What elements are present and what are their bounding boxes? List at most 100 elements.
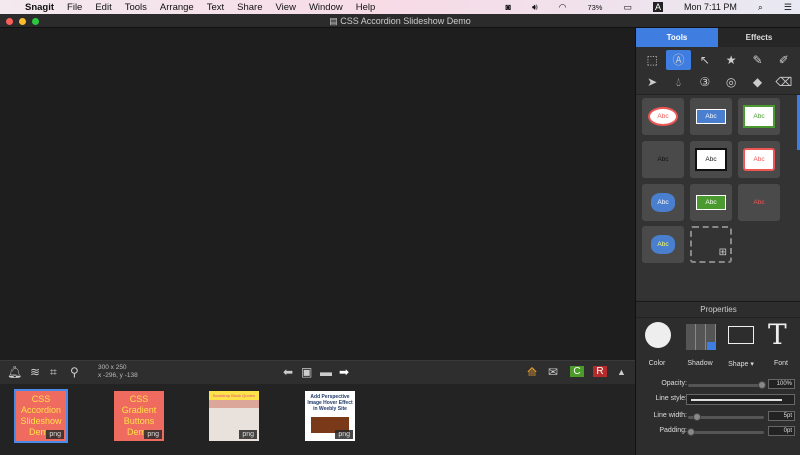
quick-styles: Abc Abc Abc Abc Abc Abc Abc Abc Abc Abc … [636, 95, 800, 300]
padding-field[interactable]: 0pt [768, 426, 795, 436]
fill-tool-icon[interactable]: 💧︎ [666, 72, 690, 92]
thumbnail[interactable]: CSS Gradient Buttons Demo png [114, 391, 164, 441]
pen-tool-icon[interactable]: ✎ [745, 50, 769, 70]
selection-tool-icon[interactable]: ⬚ [640, 50, 664, 70]
menu-edit[interactable]: Edit [95, 2, 111, 13]
clock[interactable]: Mon 7:11 PM [684, 2, 737, 12]
line-width-field[interactable]: 5pt [768, 411, 795, 421]
padding-slider[interactable] [687, 428, 764, 436]
style-label: Abc [696, 109, 726, 124]
opacity-field[interactable]: 100% [768, 379, 795, 389]
line-width-row: Line width: 5pt [636, 411, 800, 422]
battery-percent[interactable]: 73% [587, 3, 602, 12]
stamp-tool-icon[interactable]: ★ [719, 50, 743, 70]
thumbnail[interactable]: CSS Accordion Slideshow Demo png [14, 389, 68, 443]
minimize-button[interactable] [19, 18, 26, 25]
line-width-slider[interactable] [688, 413, 764, 421]
thumbnail-title: Add Perspective Image Hover Effect in We… [307, 394, 353, 412]
style-label: Abc [743, 148, 775, 171]
close-button[interactable] [6, 18, 13, 25]
menu-help[interactable]: Help [356, 2, 376, 13]
shadow-label[interactable]: Shadow [683, 360, 717, 367]
step-tool-icon[interactable]: ③ [693, 72, 717, 92]
camtasia-icon[interactable]: C [570, 366, 584, 377]
tab-effects[interactable]: Effects [718, 28, 800, 47]
style-tile[interactable]: Abc [642, 98, 684, 135]
library-icon[interactable]: ▣ [301, 365, 312, 379]
menu-window[interactable]: Window [309, 2, 343, 13]
style-tile[interactable]: Abc [738, 184, 780, 221]
opacity-row: Opacity: 100% [636, 379, 800, 390]
tool-grid: ⬚ Ⓐ ↖ ★ ✎ ✐ ➤ 💧︎ ③ ◎ ◆ ⌫ [636, 47, 800, 95]
menu-view[interactable]: View [276, 2, 296, 13]
bell-icon[interactable]: 🔔︎ [7, 365, 22, 379]
eraser-tool-icon[interactable]: ⌫ [772, 72, 796, 92]
zoom-icon[interactable]: ⚲ [70, 365, 79, 379]
back-arrow-icon[interactable]: ⬅ [283, 365, 293, 379]
fill-bucket-tool-icon[interactable]: ◆ [745, 72, 769, 92]
file-type-badge: png [239, 430, 257, 439]
battery-icon: ▭ [623, 1, 632, 12]
thumbnail[interactable]: Bootstrap Block Quotes png [209, 391, 259, 441]
speech-bubble-icon[interactable] [728, 326, 754, 344]
move-tool-icon[interactable]: ➤ [640, 72, 664, 92]
thumbnail[interactable]: Add Perspective Image Hover Effect in We… [305, 391, 355, 441]
style-tile[interactable]: Abc [738, 141, 780, 178]
file-type-badge: png [144, 430, 162, 439]
menu-arrange[interactable]: Arrange [160, 2, 194, 13]
style-tile[interactable]: Abc [690, 184, 732, 221]
style-tile[interactable]: Abc [642, 184, 684, 221]
share-icon[interactable]: ⟰ [527, 365, 537, 379]
magnify-tool-icon[interactable]: ◎ [719, 72, 743, 92]
window-title: CSS Accordion Slideshow Demo [340, 16, 471, 26]
opacity-slider[interactable] [688, 381, 766, 389]
zoom-button[interactable] [32, 18, 39, 25]
style-tile[interactable]: Abc [690, 141, 732, 178]
style-tile[interactable]: Abc [642, 141, 684, 178]
email-icon[interactable]: ✉ [548, 365, 558, 379]
volume-icon[interactable]: 🔊︎ [532, 2, 538, 13]
color-swatch-icon[interactable] [645, 322, 671, 348]
forward-arrow-icon[interactable]: ➡ [339, 365, 349, 379]
canvas[interactable] [0, 28, 635, 360]
callout-tool-icon[interactable]: Ⓐ [666, 50, 691, 70]
line-style-select[interactable] [686, 394, 795, 405]
font-icon[interactable]: T [768, 318, 787, 351]
wifi-icon[interactable]: ◠ [559, 2, 567, 13]
resize-icon[interactable]: ≋ [30, 365, 40, 379]
style-tile[interactable]: Abc [690, 98, 732, 135]
style-label: Abc [753, 199, 765, 206]
folder-icon[interactable]: ▬ [320, 365, 332, 379]
padding-row: Padding: 0pt [636, 426, 800, 437]
line-style-row: Line style: [636, 394, 800, 405]
menu-file[interactable]: File [67, 2, 82, 13]
shape-label[interactable]: Shape ▾ [724, 360, 758, 368]
style-tile[interactable]: Abc [738, 98, 780, 135]
menu-share[interactable]: Share [237, 2, 262, 13]
style-label: Abc [651, 235, 675, 254]
highlighter-tool-icon[interactable]: ✐ [772, 50, 796, 70]
tab-tools[interactable]: Tools [636, 28, 718, 47]
menu-text[interactable]: Text [207, 2, 224, 13]
style-label: Abc [696, 195, 726, 210]
arrow-tool-icon[interactable]: ↖ [693, 50, 717, 70]
menu-app[interactable]: Snagit [25, 2, 54, 13]
menu-tools[interactable]: Tools [125, 2, 147, 13]
add-style-button[interactable]: ⊞ [690, 226, 732, 263]
line-width-label: Line width: [653, 412, 687, 419]
color-label[interactable]: Color [640, 360, 674, 367]
expand-tray-icon[interactable]: ▲ [617, 367, 626, 377]
relay-icon[interactable]: R [593, 366, 607, 377]
shadow-grid-icon[interactable] [686, 324, 716, 350]
notification-center-icon[interactable]: ☰ [784, 2, 792, 13]
crop-icon[interactable]: ⌗ [50, 365, 57, 380]
spotlight-icon[interactable]: ⌕ [758, 2, 763, 13]
cursor-coords: x -296, y -138 [98, 372, 138, 379]
properties-panel: Properties T Color Shadow Shape ▾ Font O… [636, 301, 800, 455]
input-source[interactable]: A [653, 2, 664, 12]
font-label[interactable]: Font [764, 360, 798, 367]
style-tile[interactable]: Abc [642, 226, 684, 263]
camera-icon[interactable]: ◙ [506, 2, 511, 12]
file-type-badge: png [335, 430, 353, 439]
line-style-label: Line style: [655, 395, 687, 402]
